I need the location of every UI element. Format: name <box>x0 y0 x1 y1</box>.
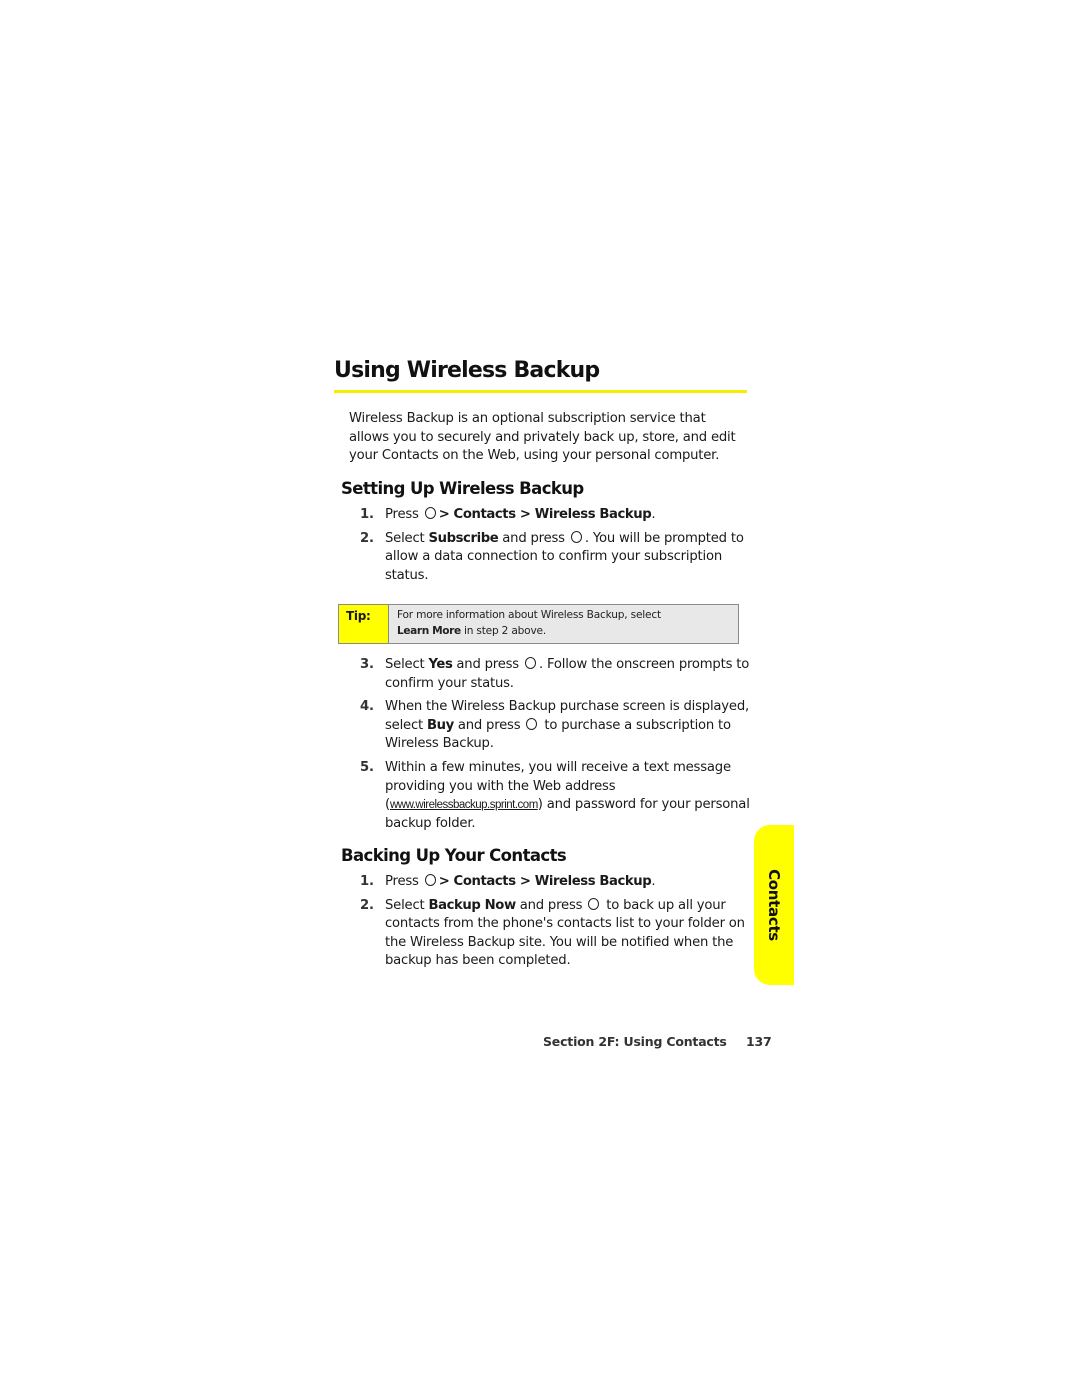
tip-option: Learn More <box>397 624 461 637</box>
list-item: 4. When the Wireless Backup purchase scr… <box>360 698 750 754</box>
step-text: Press <box>385 507 419 522</box>
backup-steps: 1. Press > Contacts > Wireless Backup. 2… <box>360 873 750 976</box>
menu-key-icon <box>424 507 436 519</box>
page-number: 137 <box>746 1034 772 1049</box>
option-label: Backup Now <box>428 897 516 913</box>
tip-text-pre: For more information about Wireless Back… <box>397 609 661 621</box>
section-side-tab: Contacts <box>754 825 794 985</box>
step-text: and press <box>457 717 521 733</box>
menu-path: > Contacts > Wireless Backup <box>438 507 652 522</box>
intro-paragraph: Wireless Backup is an optional subscript… <box>349 411 736 464</box>
step-text: . <box>651 874 656 889</box>
ok-key-icon <box>526 717 538 730</box>
ok-key-icon <box>524 657 536 669</box>
footer-section: Section 2F: Using Contacts <box>543 1034 727 1049</box>
tip-label: Tip: <box>339 605 389 643</box>
setup-steps-a: 1. Press > Contacts > Wireless Backup. 2… <box>360 506 750 590</box>
side-tab-label: Contacts <box>765 869 783 941</box>
tip-text-post: in step 2 above. <box>463 624 547 637</box>
menu-path: > Contacts > Wireless Backup <box>438 874 652 889</box>
list-item: 5. Within a few minutes, you will receiv… <box>360 759 750 833</box>
list-item: 2. Select Subscribe and press . You will… <box>360 530 750 586</box>
step-text: . <box>651 507 656 522</box>
title-rule <box>334 390 747 393</box>
setup-heading: Setting Up Wireless Backup <box>341 479 584 498</box>
setup-steps-b: 3. Select Yes and press . Follow the ons… <box>360 656 750 838</box>
step-text: Press <box>385 874 419 889</box>
ok-key-icon <box>570 530 582 543</box>
web-address-link[interactable]: www.wirelessbackup.sprint.com <box>390 799 538 811</box>
backup-heading: Backing Up Your Contacts <box>341 846 567 865</box>
step-text: and press <box>456 657 519 672</box>
step-number: 2. <box>360 530 374 546</box>
option-label: Subscribe <box>428 530 499 546</box>
option-label: Yes <box>428 657 453 672</box>
menu-key-icon <box>424 874 436 886</box>
step-text: and press <box>502 530 565 546</box>
step-text: Select <box>385 657 425 672</box>
step-number: 1. <box>360 874 374 889</box>
step-number: 4. <box>360 699 374 715</box>
tip-box: Tip: For more information about Wireless… <box>338 604 739 644</box>
page-title: Using Wireless Backup <box>334 358 600 383</box>
option-label: Buy <box>426 717 454 733</box>
step-number: 3. <box>360 657 374 672</box>
ok-key-icon <box>588 897 600 910</box>
step-text: Select <box>385 530 425 546</box>
step-text: Select <box>385 897 425 913</box>
step-number: 5. <box>360 759 374 775</box>
step-number: 1. <box>360 507 374 522</box>
list-item: 1. Press > Contacts > Wireless Backup. <box>360 506 750 525</box>
step-number: 2. <box>360 897 374 913</box>
list-item: 2. Select Backup Now and press to back u… <box>360 897 745 971</box>
tip-text: For more information about Wireless Back… <box>389 605 661 643</box>
step-text: and press <box>519 897 583 913</box>
list-item: 1. Press > Contacts > Wireless Backup. <box>360 873 750 892</box>
list-item: 3. Select Yes and press . Follow the ons… <box>360 656 750 693</box>
